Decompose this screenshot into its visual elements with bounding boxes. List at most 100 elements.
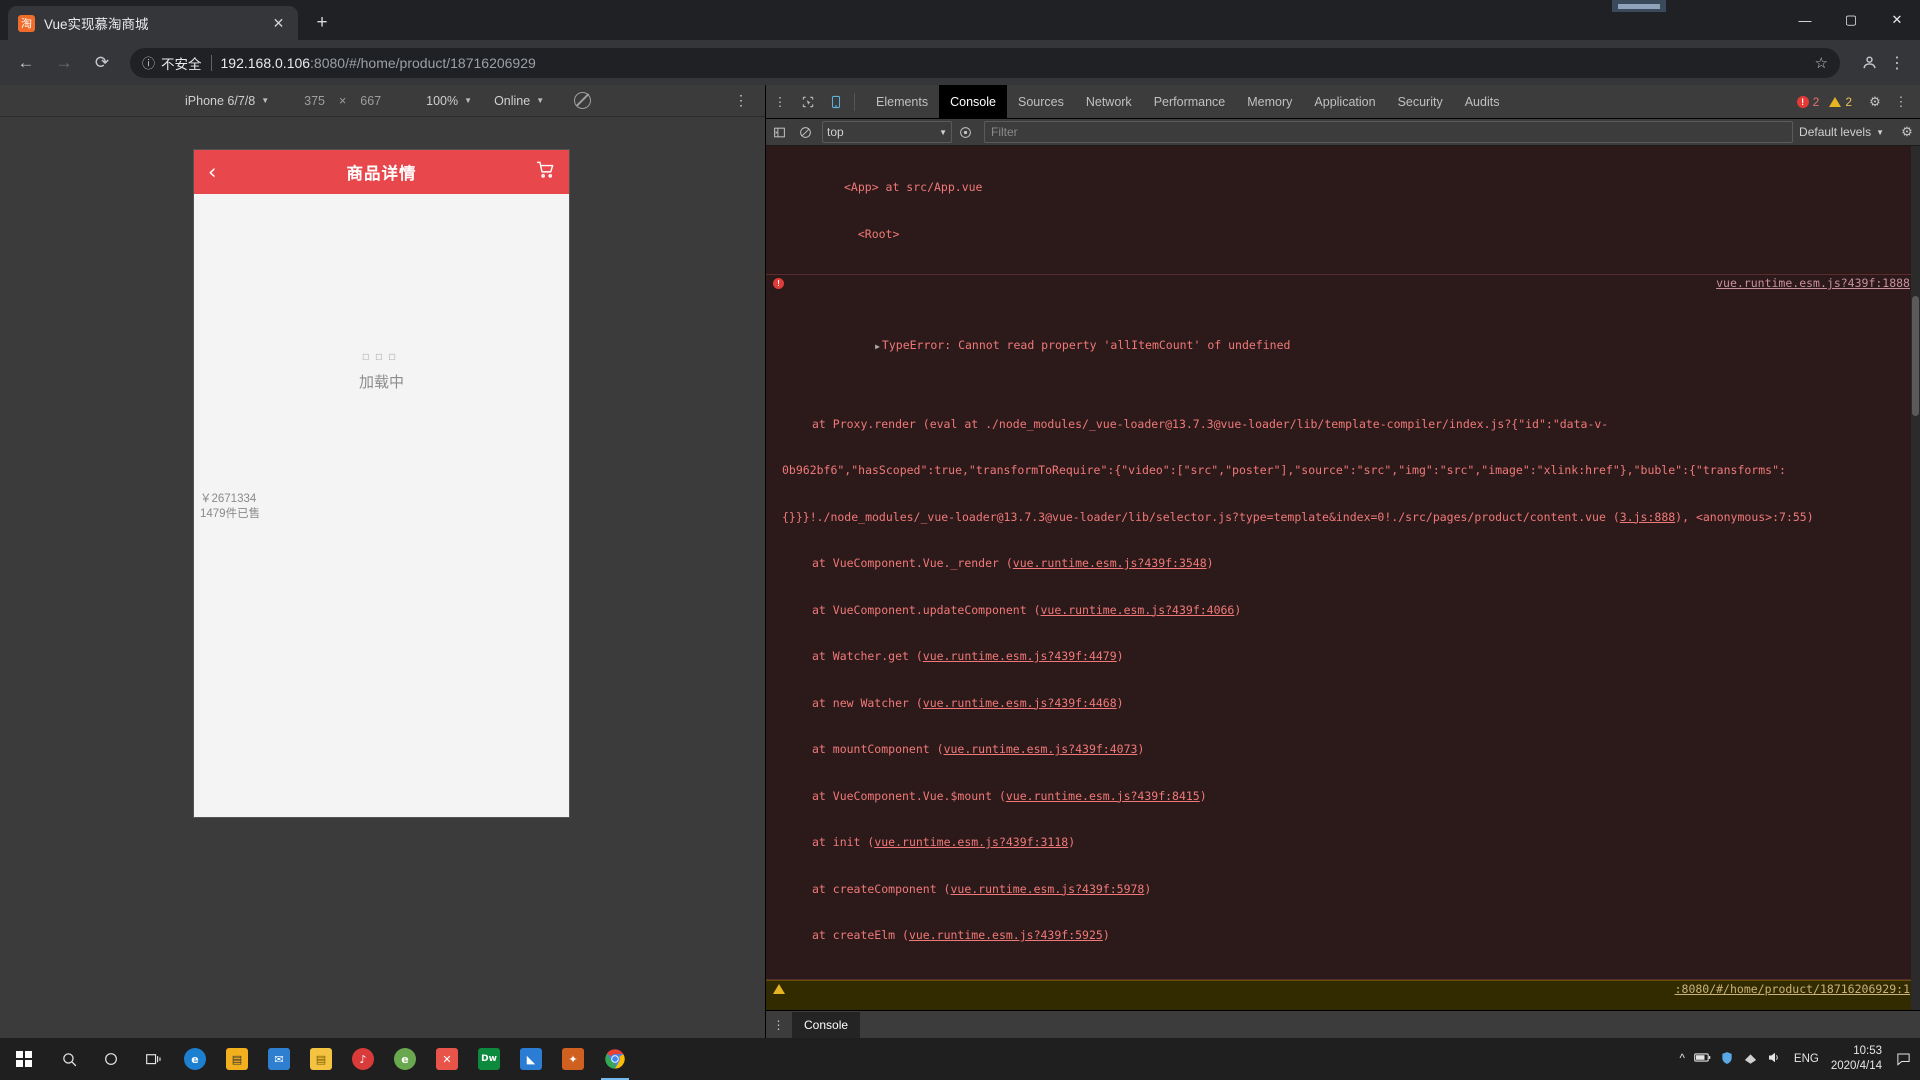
zoom-select[interactable]: 100% ▼ bbox=[426, 94, 472, 108]
console-filter-input[interactable]: Filter bbox=[984, 121, 1794, 143]
device-select[interactable]: iPhone 6/7/8 ▼ bbox=[185, 94, 269, 108]
console-scrollbar[interactable] bbox=[1911, 146, 1920, 1010]
console-settings-icon[interactable]: ⚙ bbox=[1894, 119, 1920, 145]
browser-tab[interactable]: 淘 Vue实现慕淘商城 ✕ bbox=[8, 6, 298, 40]
console-error-message[interactable]: ! ▶ TypeError: Cannot read property 'allI… bbox=[766, 274, 1920, 980]
language-indicator[interactable]: ENG bbox=[1794, 1053, 1819, 1065]
close-tab-icon[interactable]: ✕ bbox=[269, 14, 288, 33]
tab-sources[interactable]: Sources bbox=[1007, 85, 1075, 118]
tab-favicon-icon: 淘 bbox=[18, 14, 35, 32]
security-info-icon[interactable]: ⓘ bbox=[142, 53, 155, 72]
devtools-dock-menu-icon[interactable]: ⋮ bbox=[766, 89, 794, 115]
taskbar-app-vscode[interactable]: ◣ bbox=[510, 1038, 552, 1080]
network-icon[interactable] bbox=[1743, 1051, 1758, 1067]
taskbar-app-xmind[interactable]: ✕ bbox=[426, 1038, 468, 1080]
tab-memory[interactable]: Memory bbox=[1236, 85, 1303, 118]
warning-source-link[interactable]: :8080/#/home/product/18716206929:1 bbox=[1675, 982, 1910, 998]
taskbar-app-store[interactable]: ▤ bbox=[216, 1038, 258, 1080]
devtools-toolbar: ⋮ Elements Console Sources Network Perfo… bbox=[766, 85, 1920, 119]
taskbar-app-mail[interactable]: ✉ bbox=[258, 1038, 300, 1080]
taskbar-app-tool[interactable]: ✦ bbox=[552, 1038, 594, 1080]
frame-link[interactable]: vue.runtime.esm.js?439f:8415 bbox=[1006, 789, 1200, 803]
maximize-button[interactable]: ▢ bbox=[1828, 0, 1874, 40]
frame-link[interactable]: vue.runtime.esm.js?439f:3548 bbox=[1013, 556, 1207, 570]
chevron-down-icon: ▼ bbox=[1876, 127, 1884, 137]
bookmark-star-icon[interactable]: ☆ bbox=[1815, 54, 1828, 72]
frame-link[interactable]: vue.runtime.esm.js?439f:3118 bbox=[874, 835, 1068, 849]
device-emulation-toolbar: iPhone 6/7/8 ▼ 375 × 667 100% ▼ Online ▼… bbox=[0, 85, 765, 117]
chevron-down-icon: ▼ bbox=[464, 96, 473, 105]
taskbar-app-music[interactable]: ♪ bbox=[342, 1038, 384, 1080]
devtools-more-icon[interactable]: ⋮ bbox=[1890, 91, 1912, 113]
frame-link[interactable]: vue.runtime.esm.js?439f:5925 bbox=[909, 928, 1103, 942]
frame-link[interactable]: vue.runtime.esm.js?439f:4066 bbox=[1041, 603, 1235, 617]
log-levels-select[interactable]: Default levels ▼ bbox=[1799, 125, 1894, 139]
profile-avatar-icon[interactable] bbox=[1854, 48, 1884, 78]
tray-icons: ^ bbox=[1680, 1051, 1782, 1068]
chrome-menu-icon[interactable]: ⋮ bbox=[1884, 48, 1910, 78]
tab-elements[interactable]: Elements bbox=[865, 85, 939, 118]
error-source-link[interactable]: vue.runtime.esm.js?439f:1888 bbox=[1716, 276, 1910, 292]
console-warning-message[interactable]: A cookie associated with a cross-site re… bbox=[766, 979, 1920, 1010]
drawer-tab-console[interactable]: Console bbox=[792, 1010, 861, 1039]
error-stack-frame: at Watcher.get (vue.runtime.esm.js?439f:… bbox=[812, 649, 1124, 663]
execution-context-select[interactable]: top ▼ bbox=[822, 121, 952, 143]
back-button-icon[interactable]: ← bbox=[10, 47, 42, 79]
scrollbar-thumb[interactable] bbox=[1912, 296, 1919, 416]
frame-fn: at mountComponent bbox=[812, 742, 930, 756]
back-arrow-icon[interactable]: ‹ bbox=[208, 161, 216, 183]
viewport-height-input[interactable]: 667 bbox=[360, 94, 381, 108]
cart-icon[interactable] bbox=[536, 160, 555, 184]
notification-center-icon[interactable] bbox=[1892, 1038, 1914, 1080]
tab-audits[interactable]: Audits bbox=[1454, 85, 1511, 118]
no-throttling-icon[interactable] bbox=[574, 92, 592, 109]
tab-performance[interactable]: Performance bbox=[1143, 85, 1237, 118]
url-path: :8080/#/home/product/18716206929 bbox=[310, 54, 536, 71]
console-output[interactable]: <App> at src/App.vue <Root> ! ▶ TypeError… bbox=[766, 146, 1920, 1010]
address-bar[interactable]: ⓘ 不安全 192.168.0.106:8080/#/home/product/… bbox=[130, 47, 1840, 78]
volume-icon[interactable] bbox=[1767, 1051, 1782, 1067]
taskbar-search-icon[interactable] bbox=[48, 1038, 90, 1080]
viewport-width-input[interactable]: 375 bbox=[304, 94, 325, 108]
minimize-button[interactable]: — bbox=[1782, 0, 1828, 40]
taskbar-app-edge[interactable]: e bbox=[174, 1038, 216, 1080]
toggle-device-toolbar-icon[interactable] bbox=[822, 89, 850, 115]
network-throttle-select[interactable]: Online ▼ bbox=[494, 94, 544, 108]
frame-link[interactable]: vue.runtime.esm.js?439f:5978 bbox=[950, 882, 1144, 896]
taskbar-app-dreamweaver[interactable]: Dw bbox=[468, 1038, 510, 1080]
devtools-settings-icon[interactable]: ⚙ bbox=[1864, 91, 1886, 113]
task-view-icon[interactable] bbox=[132, 1038, 174, 1080]
new-tab-button[interactable]: + bbox=[307, 8, 337, 38]
cortana-icon[interactable] bbox=[90, 1038, 132, 1080]
firefox-icon: e bbox=[394, 1048, 416, 1070]
error-stack-link[interactable]: 3.js:888 bbox=[1620, 510, 1675, 524]
taskbar-app-explorer[interactable]: ▤ bbox=[300, 1038, 342, 1080]
expand-arrow-icon[interactable]: ▶ bbox=[875, 342, 880, 351]
frame-link[interactable]: vue.runtime.esm.js?439f:4073 bbox=[944, 742, 1138, 756]
console-sidebar-icon[interactable] bbox=[766, 119, 792, 145]
inspect-element-icon[interactable] bbox=[794, 89, 822, 115]
clock[interactable]: 10:53 2020/4/14 bbox=[1831, 1044, 1882, 1074]
taskbar-app-firefox[interactable]: e bbox=[384, 1038, 426, 1080]
battery-icon[interactable] bbox=[1694, 1052, 1711, 1066]
device-toolbar-more-icon[interactable]: ⋮ bbox=[734, 92, 749, 109]
close-window-button[interactable]: ✕ bbox=[1874, 0, 1920, 40]
tab-console[interactable]: Console bbox=[939, 85, 1007, 118]
security-shield-icon[interactable] bbox=[1720, 1051, 1734, 1068]
frame-link[interactable]: vue.runtime.esm.js?439f:4479 bbox=[923, 649, 1117, 663]
forward-button-icon[interactable]: → bbox=[48, 47, 80, 79]
tab-network[interactable]: Network bbox=[1075, 85, 1143, 118]
reload-button-icon[interactable]: ⟳ bbox=[86, 47, 118, 79]
start-button[interactable] bbox=[0, 1038, 48, 1080]
tab-security[interactable]: Security bbox=[1387, 85, 1454, 118]
taskbar-app-chrome[interactable] bbox=[594, 1038, 636, 1080]
issue-counts[interactable]: ! 2 2 bbox=[1796, 95, 1852, 109]
live-expression-icon[interactable] bbox=[952, 119, 978, 145]
show-hidden-icons-icon[interactable]: ^ bbox=[1680, 1053, 1685, 1065]
tab-application[interactable]: Application bbox=[1303, 85, 1386, 118]
error-stack-frame: at VueComponent.Vue.$mount (vue.runtime.… bbox=[812, 788, 1207, 803]
clear-console-icon[interactable] bbox=[792, 119, 818, 145]
drawer-more-icon[interactable]: ⋮ bbox=[766, 1018, 792, 1032]
frame-fn: at new Watcher bbox=[812, 695, 909, 710]
frame-link[interactable]: vue.runtime.esm.js?439f:4468 bbox=[923, 696, 1117, 710]
